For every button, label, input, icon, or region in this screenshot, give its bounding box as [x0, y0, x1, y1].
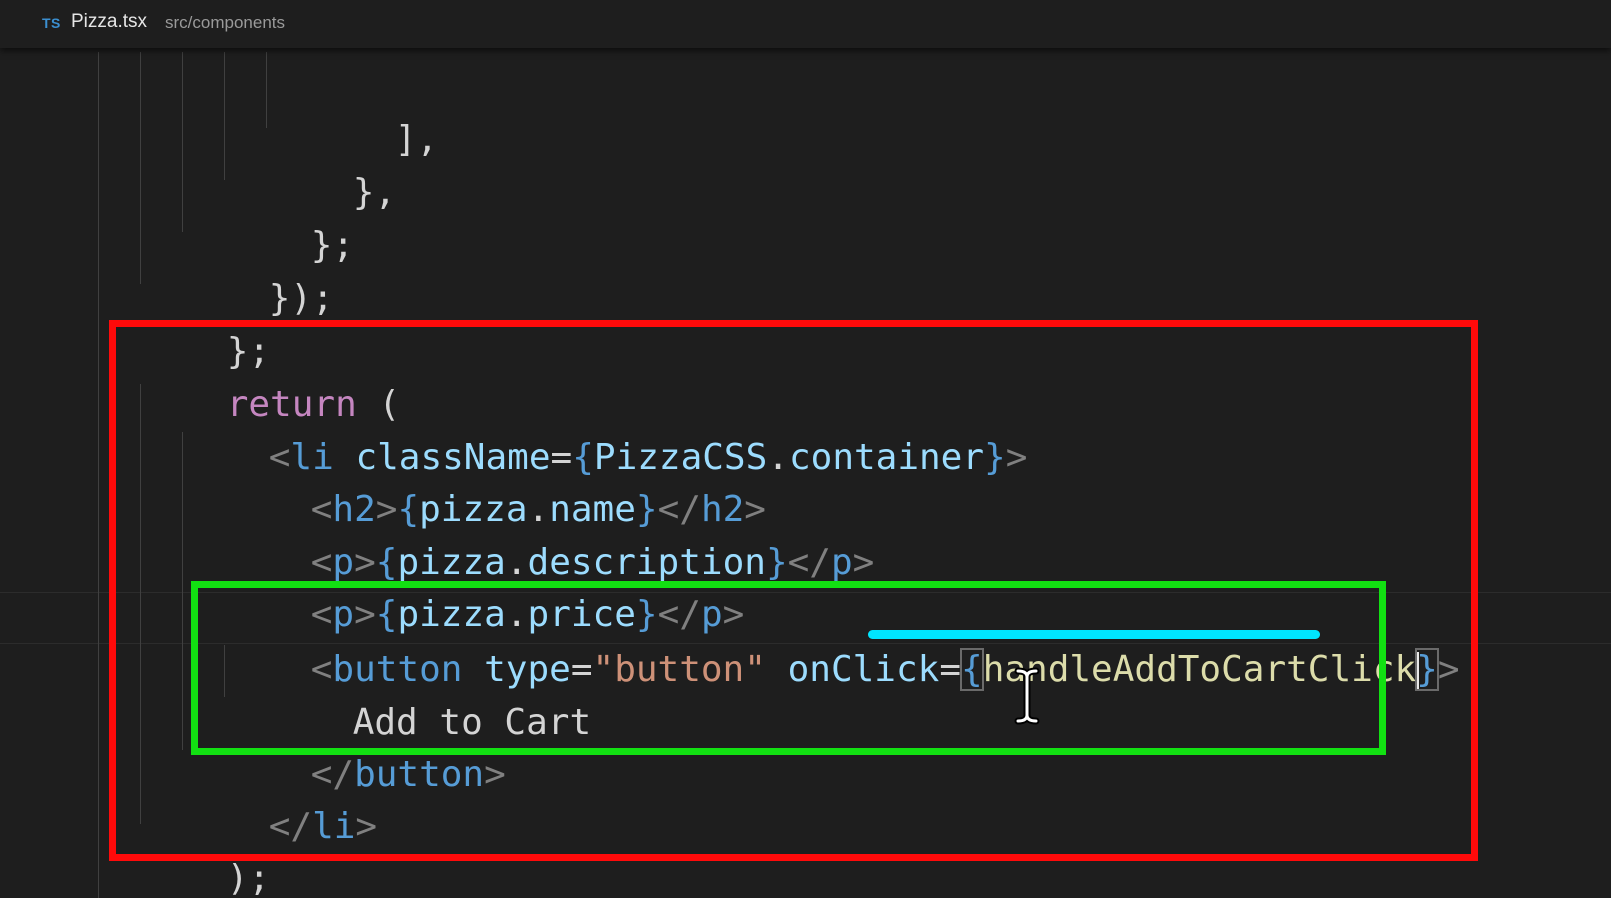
code-line[interactable]: ],: [308, 62, 438, 160]
code-token: ],: [394, 119, 439, 160]
file-path[interactable]: src/components: [165, 13, 285, 33]
code-token: });: [268, 278, 334, 319]
code-line[interactable]: },: [266, 115, 396, 213]
code-line[interactable]: };: [224, 168, 354, 266]
code-line[interactable]: };: [140, 274, 270, 372]
indent-guide: [140, 52, 141, 284]
file-breadcrumb: TS Pizza.tsx src/components: [0, 0, 1611, 48]
file-name[interactable]: Pizza.tsx: [71, 11, 147, 33]
indent-guide: [98, 52, 99, 898]
code-token: },: [352, 172, 397, 213]
handler-underline: [868, 630, 1320, 639]
indent-guide: [182, 52, 183, 232]
indent-guide: [224, 52, 225, 180]
editor-window: TS Pizza.tsx src/components ], }, }; });…: [0, 0, 1611, 898]
code-line[interactable]: });: [182, 221, 334, 319]
i-beam-cursor-icon: [1014, 667, 1040, 725]
code-token: );: [226, 858, 271, 898]
typescript-file-icon: TS: [42, 15, 61, 31]
button-element-highlight: [191, 581, 1386, 755]
